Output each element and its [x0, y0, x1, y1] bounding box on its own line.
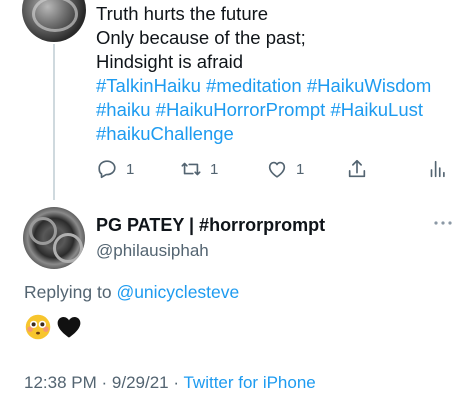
author-avatar[interactable]	[23, 207, 85, 269]
tweet-text-line: Truth hurts the future	[96, 3, 269, 24]
previous-tweet[interactable]: Truth hurts the future Only because of t…	[0, 0, 468, 200]
tweet-action-bar: 1 1 1	[96, 158, 446, 182]
tweet-emoji-content	[24, 312, 83, 342]
hashtag-line: #TalkinHaiku #meditation #HaikuWisdom	[96, 74, 456, 98]
hashtag-link[interactable]: #meditation	[206, 75, 302, 96]
author-handle[interactable]: @philausiphah	[96, 241, 209, 261]
meta-separator: ·	[101, 373, 108, 392]
author-display-name[interactable]: PG PATEY | #horrorprompt	[96, 215, 325, 236]
retweet-button[interactable]: 1	[180, 158, 218, 180]
previous-tweet-avatar[interactable]	[22, 0, 86, 42]
tweet-metadata: 12:38 PM · 9/29/21 · Twitter for iPhone	[24, 373, 316, 393]
retweet-count: 1	[210, 160, 219, 178]
replying-to-label: Replying to	[24, 282, 112, 302]
heart-icon	[268, 161, 286, 178]
tweet-text-line: Hindsight is afraid	[96, 51, 244, 72]
hashtag-line: #haikuChallenge	[96, 122, 456, 146]
share-button[interactable]	[346, 158, 368, 180]
tweet-date[interactable]: 9/29/21	[112, 373, 169, 392]
hashtag-link[interactable]: #TalkinHaiku	[96, 75, 201, 96]
hashtag-link[interactable]: #haiku	[96, 99, 151, 120]
hashtag-line: #haiku #HaikuHorrorPrompt #HaikuLust	[96, 98, 456, 122]
analytics-button[interactable]	[426, 158, 448, 180]
previous-tweet-text: Truth hurts the future Only because of t…	[96, 2, 456, 146]
replying-to-mention-link[interactable]: @unicyclesteve	[116, 282, 239, 302]
tweet-time[interactable]: 12:38 PM	[24, 373, 97, 392]
hashtag-link[interactable]: #haikuChallenge	[96, 123, 234, 144]
share-icon	[348, 159, 366, 178]
hashtag-link[interactable]: #HaikuLust	[330, 99, 423, 120]
reply-count: 1	[126, 160, 135, 178]
reply-button[interactable]: 1	[96, 158, 134, 180]
hashtag-link[interactable]: #HaikuWisdom	[307, 75, 431, 96]
like-button[interactable]: 1	[266, 158, 304, 180]
like-count: 1	[296, 160, 305, 178]
meta-separator: ·	[173, 373, 180, 392]
retweet-icon	[181, 162, 201, 176]
black-heart-icon	[57, 316, 81, 338]
tweet-text-line: Only because of the past;	[96, 27, 306, 48]
reply-icon	[98, 160, 116, 179]
replying-to-line: Replying to @unicyclesteve	[24, 282, 239, 303]
more-options-icon[interactable]	[432, 218, 454, 228]
thread-connector-line	[53, 44, 55, 200]
analytics-icon	[430, 160, 445, 178]
flushed-face-icon	[25, 314, 51, 340]
hashtag-link[interactable]: #HaikuHorrorPrompt	[156, 99, 326, 120]
tweet-source-link[interactable]: Twitter for iPhone	[183, 373, 315, 392]
